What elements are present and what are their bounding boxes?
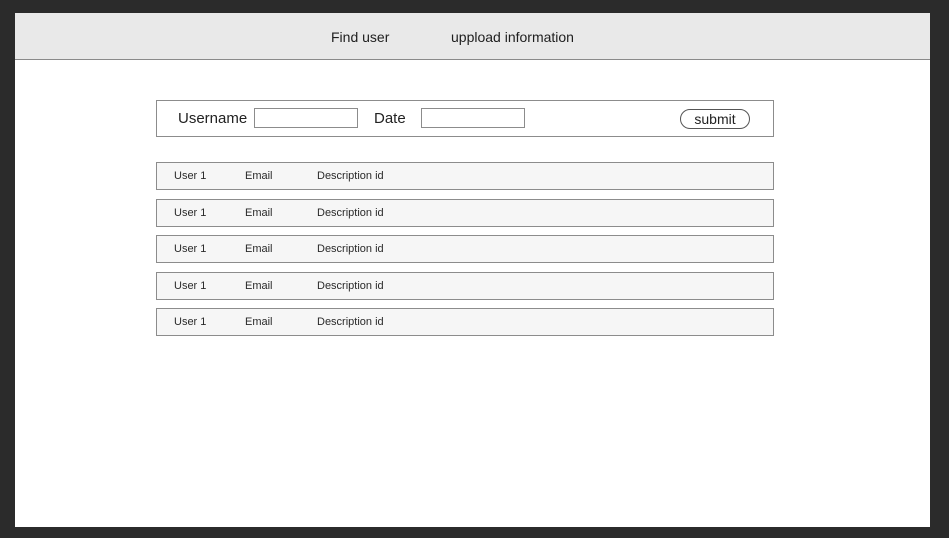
date-label: Date: [374, 110, 406, 127]
result-row[interactable]: User 1 Email Description id: [156, 235, 774, 263]
results-list: User 1 Email Description id User 1 Email…: [156, 162, 774, 345]
row-email: Email: [245, 243, 273, 255]
row-email: Email: [245, 206, 273, 219]
submit-button[interactable]: submit: [680, 109, 750, 129]
row-email: Email: [245, 316, 273, 328]
row-description: Description id: [317, 316, 384, 328]
row-user: User 1: [174, 316, 207, 328]
app-window: Find user uppload information Username D…: [15, 13, 930, 527]
nav-upload-information[interactable]: uppload information: [451, 29, 574, 45]
row-description: Description id: [317, 206, 384, 219]
row-email: Email: [245, 170, 273, 182]
result-row[interactable]: User 1 Email Description id: [156, 198, 774, 227]
row-user: User 1: [174, 243, 207, 255]
top-navigation-bar: Find user uppload information: [15, 13, 930, 60]
result-row[interactable]: User 1 Email Description id: [156, 308, 774, 336]
row-user: User 1: [174, 279, 207, 292]
date-input[interactable]: [421, 108, 525, 128]
result-row[interactable]: User 1 Email Description id: [156, 271, 774, 300]
nav-find-user[interactable]: Find user: [331, 29, 389, 45]
search-panel: Username Date submit: [156, 100, 774, 137]
username-label: Username: [178, 110, 248, 127]
row-user: User 1: [174, 206, 207, 219]
result-row[interactable]: User 1 Email Description id: [156, 162, 774, 190]
row-description: Description id: [317, 279, 384, 292]
username-input[interactable]: [254, 108, 358, 128]
row-user: User 1: [174, 170, 207, 182]
row-email: Email: [245, 279, 273, 292]
row-description: Description id: [317, 243, 384, 255]
row-description: Description id: [317, 170, 384, 182]
